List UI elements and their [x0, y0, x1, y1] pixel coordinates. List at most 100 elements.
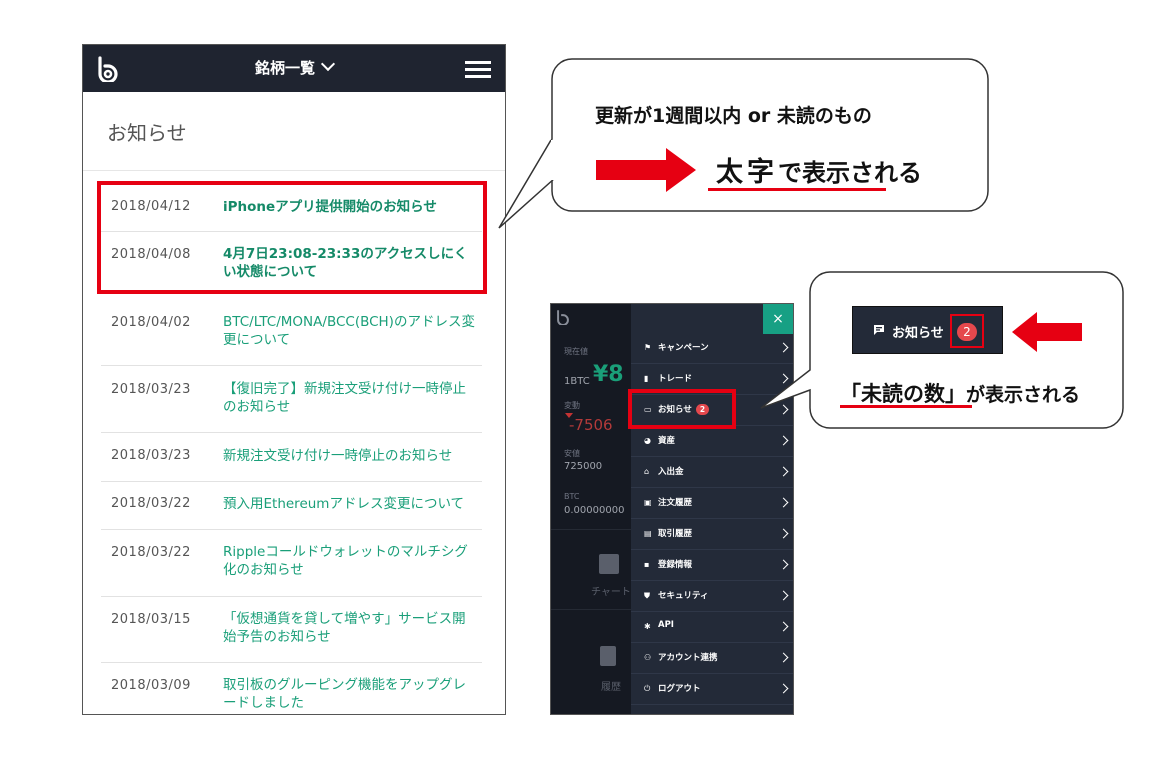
pie-chart-icon: ◕ [644, 436, 651, 445]
side-menu-screen: 現在値 1BTC ¥8 変動 -7506 安値 725000 BTC 0.000… [550, 303, 794, 715]
menu-label-text: アカウント連携 [658, 653, 718, 663]
notice-row[interactable]: 2018/03/22 預入用Ethereumアドレス変更について [101, 481, 482, 530]
notice-row[interactable]: 2018/04/02 BTC/LTC/MONA/BCC(BCH)のアドレス変更につ… [101, 301, 482, 366]
bitbank-logo-icon [557, 310, 569, 325]
notice-date: 2018/03/09 [111, 678, 191, 693]
page-title: お知らせ [107, 121, 187, 145]
low-label: 安値 [564, 449, 580, 458]
notice-title-link[interactable]: 【復旧完了】新規注文受け付け一時停止のお知らせ [223, 380, 478, 416]
bold-word: 太字 [716, 157, 778, 188]
divider [551, 609, 631, 610]
menu-item[interactable]: ▤ 取引履歴 [631, 519, 793, 550]
menu-item-label: ログアウト [658, 682, 701, 694]
menu-item-label: アカウント連携 [658, 651, 718, 663]
change-label: 変動 [564, 401, 580, 410]
pair-label: 1BTC [564, 376, 590, 387]
price-value: ¥8 [593, 362, 624, 387]
notice-row[interactable]: 2018/03/23 新規注文受け付け一時停止のお知らせ [101, 433, 482, 482]
menu-label-text: 資産 [658, 436, 676, 446]
menu-item[interactable]: ✱ API [631, 612, 793, 643]
chevron-right-icon [778, 528, 789, 539]
result-rest: で表示される [778, 159, 922, 187]
menu-label-text: 注文履歴 [658, 498, 693, 508]
red-arrow-right-icon [596, 148, 696, 192]
red-underline [840, 405, 972, 408]
menu-label-text: API [658, 620, 674, 630]
hamburger-menu-icon[interactable] [465, 61, 491, 78]
people-icon: ⚇ [644, 653, 652, 662]
menu-item-label: 取引履歴 [658, 527, 692, 539]
btc-value: 0.00000000 [564, 505, 625, 516]
notice-title-link[interactable]: Rippleコールドウォレットのマルチシグ化のお知らせ [223, 543, 478, 579]
low-value: 725000 [564, 461, 603, 472]
bar-chart-icon: ▮ [644, 374, 649, 383]
menu-item[interactable]: ▪ 登録情報 [631, 550, 793, 581]
menu-item-label: 入出金 [658, 465, 684, 477]
notice-date: 2018/03/22 [111, 496, 191, 511]
menu-item[interactable]: ◕ 資産 [631, 426, 793, 457]
menu-item-label: トレード [658, 372, 692, 384]
divider [551, 529, 631, 530]
notice-title-link[interactable]: BTC/LTC/MONA/BCC(BCH)のアドレス変更について [223, 313, 478, 349]
notice-row[interactable]: 2018/03/22 Rippleコールドウォレットのマルチシグ化のお知らせ [101, 529, 482, 597]
notice-date: 2018/03/15 [111, 612, 191, 627]
notice-row[interactable]: 2018/03/09 取引板のグルーピング機能をアップグレードしました [101, 662, 482, 714]
chart-icon[interactable] [599, 554, 619, 574]
notice-title-link[interactable]: 「仮想通貨を貸して増やす」サービス開始予告のお知らせ [223, 610, 478, 646]
chevron-right-icon [778, 559, 789, 570]
menu-label-text: セキュリティ [658, 591, 709, 601]
notice-title-link[interactable]: 新規注文受け付け一時停止のお知らせ [223, 447, 478, 465]
chevron-right-icon [778, 590, 789, 601]
menu-item-label: 注文履歴 [658, 496, 692, 508]
notices-menu-highlight-box [628, 389, 736, 429]
menu-label-text: 登録情報 [658, 560, 693, 570]
menu-item[interactable]: ⛊ セキュリティ [631, 581, 793, 612]
menu-item-label: キャンペーン [658, 341, 709, 353]
menu-label-text: ログアウト [658, 684, 701, 694]
dimmed-background-panel: 現在値 1BTC ¥8 変動 -7506 安値 725000 BTC 0.000… [551, 304, 631, 714]
history-icon[interactable] [600, 646, 616, 666]
menu-item-label: API [658, 620, 674, 630]
notices-screen: 銘柄一覧 お知らせ 2018/04/12 iPhoneアプリ提供開始のお知らせ 20… [82, 44, 506, 715]
chevron-right-icon [778, 621, 789, 632]
menu-item[interactable]: ⏻ ログアウト [631, 674, 793, 705]
change-value: -7506 [569, 416, 613, 434]
notice-date: 2018/03/23 [111, 448, 191, 463]
trade-history-icon: ▤ [644, 529, 652, 538]
notice-row[interactable]: 2018/03/15 「仮想通貨を貸して増やす」サービス開始予告のお知らせ [101, 596, 482, 663]
symbol-list-dropdown[interactable]: 銘柄一覧 [83, 45, 505, 92]
menu-label-text: 入出金 [658, 467, 684, 477]
notice-title-link[interactable]: 預入用Ethereumアドレス変更について [223, 495, 478, 513]
notice-date: 2018/04/02 [111, 315, 191, 330]
chart-tab-label: チャート [591, 587, 631, 598]
callout1-result-text: 太字で表示される [716, 150, 922, 189]
shield-icon: ⛊ [644, 591, 650, 600]
power-icon: ⏻ [644, 684, 651, 693]
menu-item[interactable]: ⌂ 入出金 [631, 457, 793, 488]
flag-icon: ⚑ [644, 343, 652, 352]
notice-date: 2018/03/23 [111, 382, 191, 397]
unread-highlight-box [97, 181, 487, 294]
chevron-right-icon [778, 683, 789, 694]
red-underline [708, 188, 886, 191]
caption-rest: が表示される [966, 384, 1081, 406]
notice-title-link[interactable]: 取引板のグルーピング機能をアップグレードしました [223, 676, 478, 712]
callout2-caption: 「未読の数」が表示される [840, 378, 1080, 408]
btc-label: BTC [564, 492, 580, 501]
gear-icon: ✱ [644, 622, 651, 631]
chevron-right-icon [778, 435, 789, 446]
price-label: 現在値 [564, 347, 588, 356]
caption-quoted: 「未読の数」 [840, 382, 966, 406]
callout1-condition-text: 更新が1週間以内 or 未読のもの [595, 105, 872, 127]
menu-item-label: セキュリティ [658, 589, 709, 601]
chevron-right-icon [778, 652, 789, 663]
notice-row[interactable]: 2018/03/23 【復旧完了】新規注文受け付け一時停止のお知らせ [101, 366, 482, 433]
profile-icon: ▪ [644, 560, 650, 569]
menu-item-label: 登録情報 [658, 558, 692, 570]
menu-item[interactable]: ▣ 注文履歴 [631, 488, 793, 519]
bank-icon: ⌂ [644, 467, 650, 476]
order-icon: ▣ [644, 498, 652, 507]
menu-item[interactable]: ⚇ アカウント連携 [631, 643, 793, 674]
symbol-list-label: 銘柄一覧 [254, 59, 315, 77]
message-icon [874, 325, 884, 335]
